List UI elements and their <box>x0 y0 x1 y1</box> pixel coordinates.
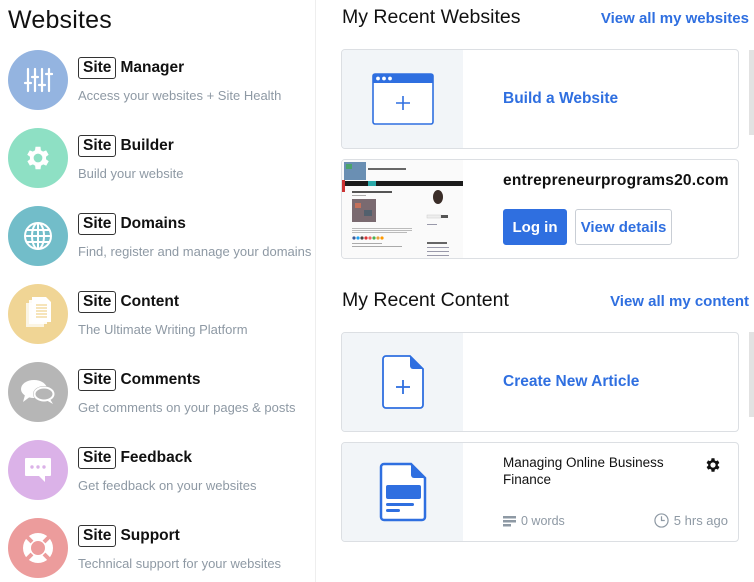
sliders-icon <box>8 50 68 110</box>
documents-icon <box>8 284 68 344</box>
site-badge: Site <box>78 369 117 391</box>
tool-description: Get comments on your pages & posts <box>78 400 296 415</box>
article-title[interactable]: Managing Online Business Finance <box>503 454 693 488</box>
last-edited: 5 hrs ago <box>654 513 728 528</box>
build-website-card[interactable]: Build a Website <box>341 49 739 149</box>
panel-heading: Websites <box>8 6 112 34</box>
tools-panel: Websites Site Manager Access your websit… <box>0 0 316 582</box>
browser-add-icon <box>342 50 463 148</box>
tool-name: Builder <box>120 137 174 154</box>
article-card[interactable]: Managing Online Business Finance 0 words… <box>341 442 739 542</box>
create-article-card[interactable]: Create New Article <box>341 332 739 432</box>
gear-icon <box>8 128 68 188</box>
document-add-icon <box>342 333 463 431</box>
website-card: entrepreneurprograms20.com Log in View d… <box>341 159 739 259</box>
text-lines-icon <box>503 515 516 526</box>
site-badge: Site <box>78 57 117 79</box>
tool-site-feedback[interactable]: Site Feedback Get feedback on your websi… <box>8 440 313 504</box>
tool-name: Manager <box>120 59 185 76</box>
website-screenshot-thumbnail <box>342 160 463 258</box>
tool-site-support[interactable]: Site Support Technical support for your … <box>8 518 313 582</box>
recent-websites-title: My Recent Websites <box>342 6 521 28</box>
tool-description: The Ultimate Writing Platform <box>78 322 248 337</box>
tool-description: Find, register and manage your domains <box>78 244 312 259</box>
feedback-bubble-icon <box>8 440 68 500</box>
tool-name: Comments <box>120 371 201 388</box>
globe-icon <box>8 206 68 266</box>
tool-name: Feedback <box>120 449 192 466</box>
word-count: 0 words <box>503 514 565 528</box>
site-badge: Site <box>78 525 117 547</box>
chat-bubbles-icon <box>8 362 68 422</box>
build-website-label[interactable]: Build a Website <box>503 90 618 108</box>
recent-content-title: My Recent Content <box>342 289 509 311</box>
view-details-button[interactable]: View details <box>575 209 672 245</box>
tool-name: Content <box>120 293 179 310</box>
document-icon <box>342 443 463 541</box>
word-count-text: 0 words <box>521 514 565 528</box>
tool-site-content[interactable]: Site Content The Ultimate Writing Platfo… <box>8 284 313 348</box>
tool-site-manager[interactable]: Site Manager Access your websites + Site… <box>8 50 313 114</box>
tool-description: Access your websites + Site Health <box>78 88 282 103</box>
tool-description: Technical support for your websites <box>78 556 282 571</box>
site-badge: Site <box>78 447 117 469</box>
article-settings-gear-icon[interactable] <box>704 456 722 474</box>
tool-description: Build your website <box>78 166 184 181</box>
site-badge: Site <box>78 135 117 157</box>
site-badge: Site <box>78 213 117 235</box>
scrollbar-content[interactable] <box>749 332 754 417</box>
tool-name: Domains <box>120 215 186 232</box>
scrollbar-websites[interactable] <box>749 50 754 135</box>
website-domain: entrepreneurprograms20.com <box>503 172 729 189</box>
login-button[interactable]: Log in <box>503 209 567 245</box>
tool-site-comments[interactable]: Site Comments Get comments on your pages… <box>8 362 313 426</box>
tool-site-builder[interactable]: Site Builder Build your website <box>8 128 313 192</box>
tool-site-domains[interactable]: Site Domains Find, register and manage y… <box>8 206 313 270</box>
lifebuoy-icon <box>8 518 68 578</box>
tool-description: Get feedback on your websites <box>78 478 257 493</box>
view-all-websites-link[interactable]: View all my websites <box>601 10 749 27</box>
tool-name: Support <box>120 527 180 544</box>
site-badge: Site <box>78 291 117 313</box>
last-edited-text: 5 hrs ago <box>673 513 728 528</box>
clock-icon <box>654 513 669 528</box>
recent-panel: My Recent Websites View all my websites … <box>317 0 754 582</box>
view-all-content-link[interactable]: View all my content <box>610 293 749 310</box>
create-article-label[interactable]: Create New Article <box>503 373 639 391</box>
